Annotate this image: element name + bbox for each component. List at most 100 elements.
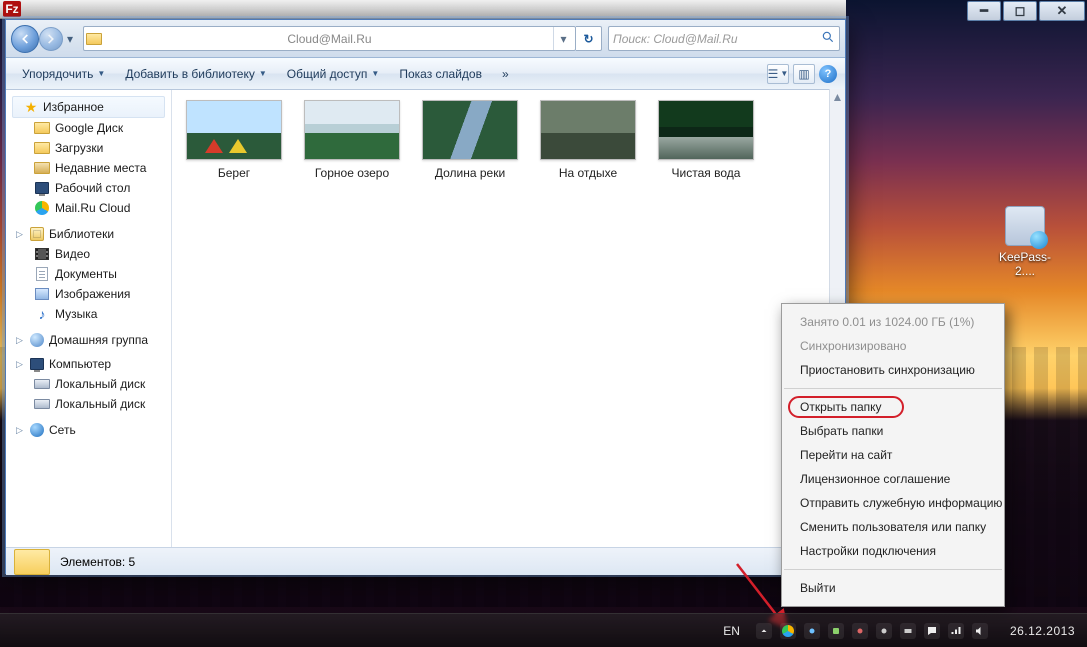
toolbar-overflow[interactable]: » <box>494 63 517 85</box>
drive-icon <box>34 376 50 392</box>
tree-computer-header[interactable]: ▷Компьютер <box>16 356 169 372</box>
tree-item-recent[interactable]: Недавние места <box>8 158 169 178</box>
nav-tree: ★ Избранное Google Диск Загрузки Недавни… <box>6 90 172 547</box>
tree-item-images[interactable]: Изображения <box>8 284 169 304</box>
folder-icon <box>34 140 50 156</box>
tree-item-downloads[interactable]: Загрузки <box>8 138 169 158</box>
file-item[interactable]: Долина реки <box>422 100 518 180</box>
thumbnail-icon <box>186 100 282 160</box>
folder-icon <box>86 31 102 47</box>
tree-favorites-header[interactable]: ★ Избранное <box>12 96 165 118</box>
filezilla-icon: Fz <box>3 1 21 17</box>
status-text: Элементов: 5 <box>60 555 135 569</box>
background-app-titlebar: Fz <box>0 0 846 19</box>
mailru-icon <box>34 200 50 216</box>
nav-history-dropdown[interactable]: ▾ <box>63 25 77 53</box>
search-icon <box>821 30 835 47</box>
tray-icon[interactable] <box>804 623 820 639</box>
tray-volume-icon[interactable] <box>972 623 988 639</box>
installer-icon <box>1005 206 1045 246</box>
folder-icon <box>34 120 50 136</box>
desktop-icon <box>34 180 50 196</box>
ctx-conn-settings[interactable]: Настройки подключения <box>782 539 1004 563</box>
scroll-up-icon[interactable]: ▲ <box>830 89 845 105</box>
help-button[interactable]: ? <box>819 65 837 83</box>
video-icon <box>34 246 50 262</box>
language-indicator[interactable]: EN <box>717 624 746 638</box>
nav-back-button[interactable] <box>11 25 39 53</box>
status-bar: Элементов: 5 <box>6 547 845 575</box>
minimize-button[interactable]: ━ <box>967 1 1001 21</box>
thumbnail-icon <box>422 100 518 160</box>
tray-icon[interactable] <box>852 623 868 639</box>
tray-action-center-icon[interactable] <box>924 623 940 639</box>
tree-item-documents[interactable]: Документы <box>8 264 169 284</box>
folder-icon <box>14 549 50 575</box>
tree-item-music[interactable]: ♪Музыка <box>8 304 169 324</box>
file-item[interactable]: Горное озеро <box>304 100 400 180</box>
tree-libraries-header[interactable]: ▷Библиотеки <box>16 226 169 242</box>
ctx-synced: Синхронизировано <box>782 334 1004 358</box>
music-icon: ♪ <box>34 306 50 322</box>
tray-icon[interactable] <box>828 623 844 639</box>
nav-forward-button[interactable] <box>39 27 63 51</box>
taskbar: EN 26.12.2013 <box>0 613 1087 647</box>
ctx-pause-sync[interactable]: Приостановить синхронизацию <box>782 358 1004 382</box>
tray-icon[interactable] <box>876 623 892 639</box>
ctx-change-user[interactable]: Сменить пользователя или папку <box>782 515 1004 539</box>
search-placeholder: Поиск: Cloud@Mail.Ru <box>613 32 821 46</box>
image-icon <box>34 286 50 302</box>
tree-item-local-disk[interactable]: Локальный диск <box>8 374 169 394</box>
taskbar-clock[interactable]: 26.12.2013 <box>998 624 1087 638</box>
tray-show-hidden-icon[interactable] <box>756 623 772 639</box>
file-item[interactable]: Чистая вода <box>658 100 754 180</box>
homegroup-icon <box>29 332 45 348</box>
recent-icon <box>34 160 50 176</box>
tree-item-video[interactable]: Видео <box>8 244 169 264</box>
drive-icon <box>34 396 50 412</box>
ctx-license[interactable]: Лицензионное соглашение <box>782 467 1004 491</box>
address-bar: ▾ Cloud@Mail.Ru ▾ ↻ Поиск: Cloud@Mail.Ru <box>6 20 845 58</box>
breadcrumb[interactable]: Cloud@Mail.Ru ▾ <box>83 26 576 51</box>
tray-mailru-icon[interactable] <box>780 623 796 639</box>
ctx-open-folder[interactable]: Открыть папку <box>782 395 1004 419</box>
document-icon <box>34 266 50 282</box>
tree-homegroup-header[interactable]: ▷Домашняя группа <box>16 332 169 348</box>
maximize-button[interactable]: ◻ <box>1003 1 1037 21</box>
tree-item-desktop[interactable]: Рабочий стол <box>8 178 169 198</box>
preview-pane-button[interactable]: ▥ <box>793 64 815 84</box>
close-button[interactable]: ✕ <box>1039 1 1085 21</box>
thumbnail-icon <box>658 100 754 160</box>
tree-network-header[interactable]: ▷Сеть <box>16 422 169 438</box>
ctx-exit[interactable]: Выйти <box>782 576 1004 600</box>
explorer-toolbar: Упорядочить ▼ Добавить в библиотеку ▼ Об… <box>6 58 845 90</box>
thumbnail-icon <box>540 100 636 160</box>
breadcrumb-dropdown[interactable]: ▾ <box>553 27 573 50</box>
refresh-button[interactable]: ↻ <box>576 26 602 51</box>
tree-item-mailru-cloud[interactable]: Mail.Ru Cloud <box>8 198 169 218</box>
file-item[interactable]: Берег <box>186 100 282 180</box>
view-mode-button[interactable]: ☰ ▼ <box>767 64 789 84</box>
thumbnail-icon <box>304 100 400 160</box>
tray-network-icon[interactable] <box>948 623 964 639</box>
ctx-goto-site[interactable]: Перейти на сайт <box>782 443 1004 467</box>
file-item[interactable]: На отдыхе <box>540 100 636 180</box>
organize-menu[interactable]: Упорядочить ▼ <box>14 63 113 85</box>
share-menu[interactable]: Общий доступ ▼ <box>279 63 388 85</box>
tree-item-local-disk[interactable]: Локальный диск <box>8 394 169 414</box>
add-to-library-menu[interactable]: Добавить в библиотеку ▼ <box>117 63 274 85</box>
computer-icon <box>29 356 45 372</box>
search-input[interactable]: Поиск: Cloud@Mail.Ru <box>608 26 840 51</box>
slideshow-button[interactable]: Показ слайдов <box>391 63 490 85</box>
tree-item-google-disk[interactable]: Google Диск <box>8 118 169 138</box>
network-icon <box>29 422 45 438</box>
library-icon <box>29 226 45 242</box>
system-tray <box>746 623 998 639</box>
file-pane[interactable]: Берег Горное озеро Долина реки На отдыхе… <box>172 90 845 547</box>
ctx-usage: Занято 0.01 из 1024.00 ГБ (1%) <box>782 310 1004 334</box>
breadcrumb-text: Cloud@Mail.Ru <box>106 32 553 46</box>
desktop-shortcut-keepass[interactable]: KeePass-2.... <box>993 206 1057 278</box>
ctx-send-diag[interactable]: Отправить служебную информацию <box>782 491 1004 515</box>
tray-icon[interactable] <box>900 623 916 639</box>
ctx-choose-folders[interactable]: Выбрать папки <box>782 419 1004 443</box>
